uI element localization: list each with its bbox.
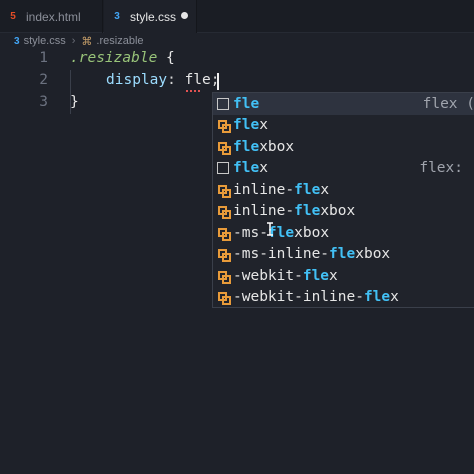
line-number: 2 <box>39 72 48 88</box>
autocomplete-widget[interactable]: fle flex ( fle x fle xbox fle x flex: inlin… <box>212 92 474 308</box>
suggestion-rest: x <box>259 117 268 134</box>
value-kind-icon <box>217 162 229 175</box>
suggestion-item[interactable]: fle x flex: <box>213 158 474 180</box>
suggestion-rest: x <box>390 289 399 306</box>
breadcrumb-file[interactable]: style.css <box>24 35 66 47</box>
tab-style-css[interactable]: 3 style.css <box>104 0 197 33</box>
value-kind-icon <box>217 97 229 110</box>
css-property: display <box>106 72 168 88</box>
suggestion-item[interactable]: fle x <box>213 115 474 137</box>
suggestion-match: fle <box>294 203 321 220</box>
code-line-3: } <box>70 94 79 110</box>
suggestion-prefix: inline- <box>233 181 295 198</box>
suggestion-match: fle <box>233 160 260 177</box>
css-selector: .resizable <box>70 50 158 66</box>
text-cursor <box>217 73 219 90</box>
close-brace: } <box>70 94 79 110</box>
suggestion-prefix: -ms- <box>233 224 268 241</box>
suggestion-item[interactable]: fle xbox <box>213 136 474 158</box>
css3-icon: 3 <box>14 35 20 47</box>
unsaved-dot-icon[interactable] <box>181 12 188 19</box>
suggestion-rest: xbox <box>294 224 330 241</box>
snippet-kind-icon <box>217 248 231 263</box>
suggestion-item[interactable]: fle flex ( <box>213 93 474 115</box>
indent-guide <box>70 70 71 114</box>
suggestion-item[interactable]: inline-fle x <box>213 179 474 201</box>
suggestion-match: fle <box>233 117 260 134</box>
html5-icon: 5 <box>10 11 16 22</box>
suggestion-match: fle <box>233 138 260 155</box>
snippet-kind-icon <box>217 184 231 198</box>
suggestion-item[interactable]: inline-fle xbox <box>213 201 474 223</box>
chevron-right-icon: › <box>71 35 76 47</box>
suggestion-detail: flex ( <box>422 95 474 112</box>
css-value: fle <box>184 72 211 88</box>
suggestion-match: fle <box>302 267 330 284</box>
line-number: 1 <box>39 50 48 66</box>
breadcrumb-symbol[interactable]: .resizable <box>96 35 143 47</box>
suggestion-prefix: -webkit-inline- <box>233 289 364 306</box>
suggestion-match: fle <box>329 246 356 263</box>
snippet-kind-icon <box>217 119 231 134</box>
line-number: 3 <box>39 94 48 110</box>
suggestion-rest: xbox <box>355 246 391 263</box>
suggestion-match: fle <box>294 181 321 198</box>
code-line-2: display: fle; <box>106 72 220 88</box>
tab-label: style.css <box>130 9 177 24</box>
tab-index-html[interactable]: 5 index.html <box>0 0 103 33</box>
mouse-pointer-icon <box>267 222 273 236</box>
suggestion-detail: flex: <box>419 160 463 177</box>
suggestion-prefix: -webkit- <box>233 267 303 284</box>
suggestion-prefix: inline- <box>233 203 295 220</box>
snippet-kind-icon <box>217 227 231 241</box>
suggestion-rest: x <box>329 267 338 284</box>
code-line-1: .resizable { <box>70 50 175 66</box>
suggestion-prefix: -ms-inline- <box>233 246 330 263</box>
snippet-kind-icon <box>217 270 231 284</box>
snippet-kind-icon <box>217 205 231 220</box>
suggestion-rest: x <box>320 181 330 198</box>
colon: : <box>167 72 176 88</box>
suggestion-rest: x <box>259 160 268 177</box>
breadcrumb: 3 style.css › ⌘ .resizable <box>14 33 144 49</box>
suggestion-item[interactable]: -webkit-inline-fle x <box>213 287 474 309</box>
suggestion-item[interactable]: -ms-fle xbox <box>213 222 474 244</box>
suggestion-rest: xbox <box>259 138 295 155</box>
tab-bar: 5 index.html 3 style.css <box>0 0 474 33</box>
tab-label: index.html <box>26 9 81 24</box>
open-brace: { <box>166 50 175 66</box>
suggestion-match: fle <box>363 289 391 306</box>
error-squiggle <box>186 89 200 92</box>
symbol-class-icon: ⌘ <box>81 35 93 48</box>
suggestion-item[interactable]: -webkit-fle x <box>213 265 474 287</box>
suggestion-match: fle <box>233 95 260 112</box>
snippet-kind-icon <box>217 141 231 155</box>
suggestion-rest: xbox <box>320 203 356 220</box>
snippet-kind-icon <box>217 291 231 306</box>
suggestion-item[interactable]: -ms-inline-fle xbox <box>213 244 474 266</box>
css3-icon: 3 <box>114 11 120 22</box>
